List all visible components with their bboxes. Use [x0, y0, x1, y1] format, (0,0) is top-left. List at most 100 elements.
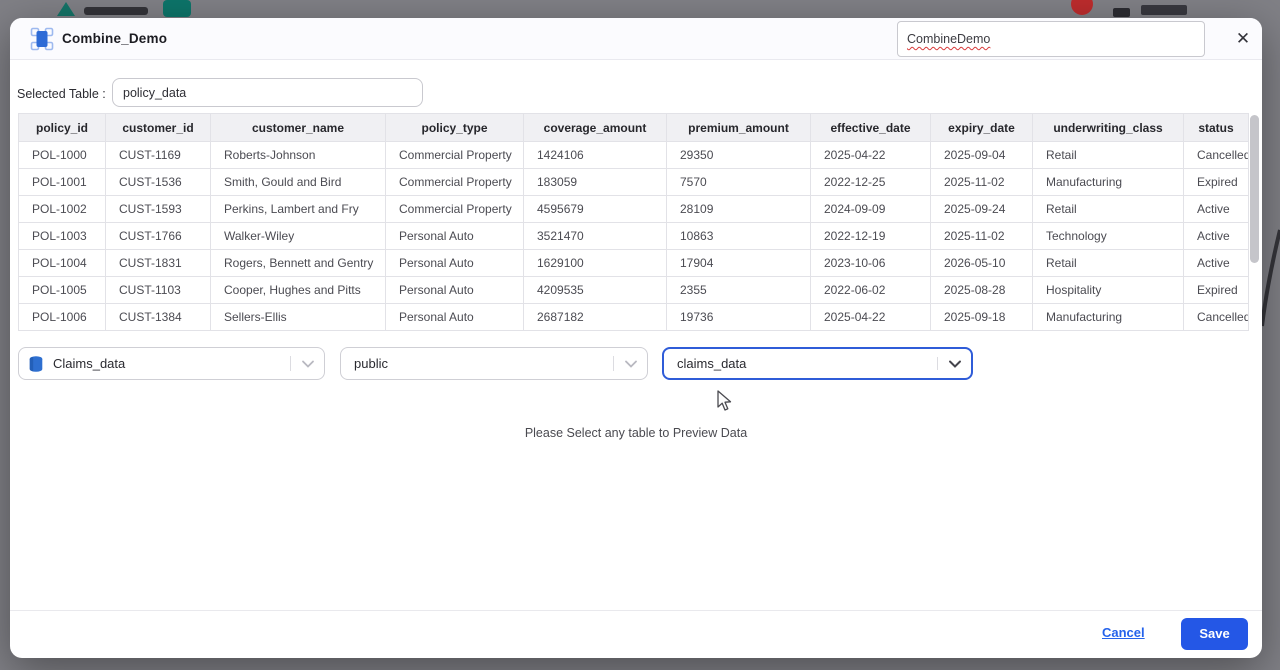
table-cell: 2024-09-09	[810, 195, 931, 223]
table-cell: Roberts-Johnson	[210, 141, 386, 169]
table-cell: Manufacturing	[1032, 168, 1184, 196]
table-cell: POL-1001	[18, 168, 106, 196]
table-cell: Retail	[1032, 249, 1184, 277]
table-cell: 3521470	[523, 222, 667, 250]
background-teal-badge	[163, 0, 191, 17]
table-cell: Retail	[1032, 195, 1184, 223]
table-cell: 2026-05-10	[930, 249, 1033, 277]
dialog-title: Combine_Demo	[62, 31, 168, 46]
schema-value: public	[354, 356, 388, 371]
table-cell: 28109	[666, 195, 811, 223]
database-icon	[29, 355, 43, 372]
background-notification-badge	[1071, 0, 1093, 15]
table-cell: Technology	[1032, 222, 1184, 250]
combine-icon	[30, 27, 54, 51]
table-cell: Personal Auto	[385, 222, 524, 250]
table-cell: CUST-1384	[105, 303, 211, 331]
table-cell: Walker-Wiley	[210, 222, 386, 250]
table-row: POL-1001 CUST-1536 Smith, Gould and Bird Co…	[18, 168, 1249, 196]
table-cell: POL-1004	[18, 249, 106, 277]
table-row: POL-1003 CUST-1766 Walker-Wiley Personal Au…	[18, 222, 1249, 250]
column-header: customer_id	[105, 113, 211, 142]
table-cell: Perkins, Lambert and Fry	[210, 195, 386, 223]
table-cell: 2025-04-22	[810, 141, 931, 169]
table-cell: Personal Auto	[385, 303, 524, 331]
table-cell: 2025-09-04	[930, 141, 1033, 169]
cancel-button[interactable]: Cancel	[1102, 625, 1145, 640]
table-cell: Cancelled	[1183, 303, 1249, 331]
schema-dropdown[interactable]: public	[340, 347, 648, 380]
table-cell: 2022-12-19	[810, 222, 931, 250]
column-header: underwriting_class	[1032, 113, 1184, 142]
table-cell: CUST-1103	[105, 276, 211, 304]
table-row: POL-1002 CUST-1593 Perkins, Lambert and Fr…	[18, 195, 1249, 223]
mouse-cursor	[717, 390, 732, 411]
table-cell: Commercial Property	[385, 141, 524, 169]
table-cell: 1629100	[523, 249, 667, 277]
background-app-logo-text	[84, 7, 148, 15]
background-toolbar-icon	[1113, 8, 1130, 17]
selected-table-value: policy_data	[123, 85, 187, 100]
table-cell: 183059	[523, 168, 667, 196]
table-cell: 2025-11-02	[930, 222, 1033, 250]
table-cell: Rogers, Bennett and Gentry	[210, 249, 386, 277]
table-cell: 2022-06-02	[810, 276, 931, 304]
footer-divider	[10, 610, 1262, 611]
table-cell: POL-1002	[18, 195, 106, 223]
table-cell: 2022-12-25	[810, 168, 931, 196]
table-dropdown[interactable]: claims_data	[662, 347, 973, 380]
table-cell: Active	[1183, 195, 1249, 223]
table-cell: 4209535	[523, 276, 667, 304]
table-cell: 2023-10-06	[810, 249, 931, 277]
table-cell: CUST-1169	[105, 141, 211, 169]
table-cell: Active	[1183, 249, 1249, 277]
table-cell: Cooper, Hughes and Pitts	[210, 276, 386, 304]
table-value: claims_data	[677, 356, 747, 371]
table-cell: 29350	[666, 141, 811, 169]
table-row: POL-1004 CUST-1831 Rogers, Bennett and Gen…	[18, 249, 1249, 277]
table-cell: Active	[1183, 222, 1249, 250]
table-cell: Commercial Property	[385, 168, 524, 196]
column-header: policy_type	[385, 113, 524, 142]
connection-dropdown[interactable]: Claims_data	[18, 347, 325, 380]
table-cell: 10863	[666, 222, 811, 250]
table-cell: Hospitality	[1032, 276, 1184, 304]
column-header: policy_id	[18, 113, 106, 142]
background-app-logo	[57, 2, 75, 16]
table-cell: CUST-1766	[105, 222, 211, 250]
table-cell: 19736	[666, 303, 811, 331]
combine-dialog: Combine_Demo CombineDemo ✕ Selected Tabl…	[10, 18, 1262, 658]
table-cell: 2025-09-24	[930, 195, 1033, 223]
chevron-down-icon	[625, 360, 637, 368]
table-cell: 2025-04-22	[810, 303, 931, 331]
close-icon[interactable]: ✕	[1231, 27, 1255, 51]
column-header: customer_name	[210, 113, 386, 142]
table-row: POL-1005 CUST-1103 Cooper, Hughes and Pitt…	[18, 276, 1249, 304]
table-cell: Personal Auto	[385, 249, 524, 277]
table-cell: Retail	[1032, 141, 1184, 169]
table-cell: 4595679	[523, 195, 667, 223]
table-cell: 2355	[666, 276, 811, 304]
table-cell: CUST-1831	[105, 249, 211, 277]
column-header: effective_date	[810, 113, 931, 142]
table-cell: 2025-08-28	[930, 276, 1033, 304]
table-cell: Personal Auto	[385, 276, 524, 304]
connection-value: Claims_data	[53, 356, 126, 371]
preview-table: policy_id customer_id customer_name policy_…	[18, 113, 1249, 331]
selected-table-input[interactable]: policy_data	[112, 78, 423, 107]
table-cell: 7570	[666, 168, 811, 196]
table-cell: Commercial Property	[385, 195, 524, 223]
table-scrollbar[interactable]	[1250, 115, 1259, 263]
table-cell: 1424106	[523, 141, 667, 169]
save-button[interactable]: Save	[1181, 618, 1248, 650]
table-body: POL-1000 CUST-1169 Roberts-Johnson Commerci…	[18, 141, 1249, 331]
table-cell: Sellers-Ellis	[210, 303, 386, 331]
table-cell: Expired	[1183, 276, 1249, 304]
flow-name-input[interactable]: CombineDemo	[897, 21, 1205, 57]
table-cell: Cancelled	[1183, 141, 1249, 169]
table-cell: POL-1003	[18, 222, 106, 250]
table-cell: 17904	[666, 249, 811, 277]
table-header-row: policy_id customer_id customer_name policy_…	[18, 113, 1249, 142]
table-cell: Expired	[1183, 168, 1249, 196]
background-username-text	[1141, 5, 1187, 15]
